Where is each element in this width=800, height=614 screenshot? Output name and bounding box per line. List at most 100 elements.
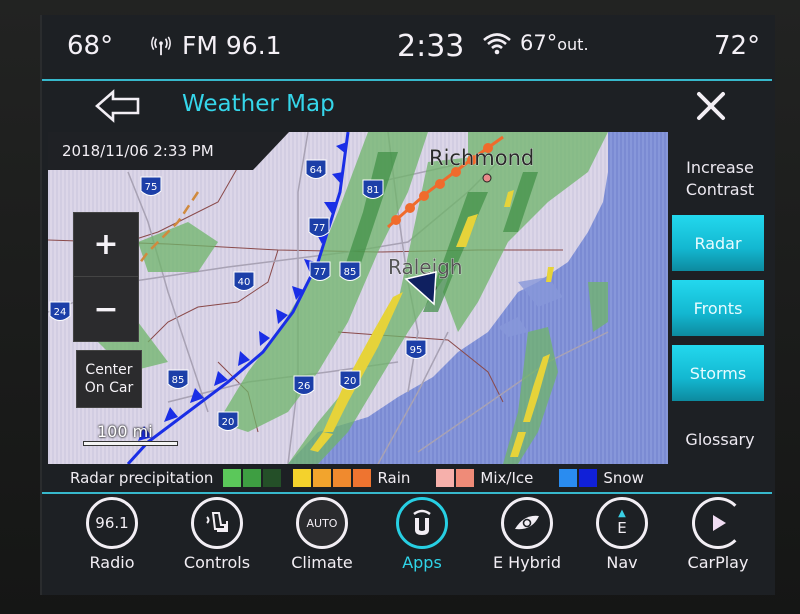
fronts-toggle[interactable]: Fronts <box>672 280 764 336</box>
legend-swatch <box>333 469 352 487</box>
radar-legend: Radar precipitation Rain Mix/Ice Snow <box>48 464 768 492</box>
radio-status[interactable]: FM 96.1 <box>150 31 282 60</box>
legend-swatch <box>263 469 282 487</box>
svg-text:85: 85 <box>344 267 357 278</box>
legend-group-label: Mix/Ice <box>480 469 534 487</box>
storms-toggle-label: Storms <box>689 363 747 383</box>
map-canvas[interactable]: 64 75 81 77 77 85 40 24 85 26 20 20 95 R… <box>48 132 668 464</box>
zoom-in-button[interactable]: + <box>74 213 138 277</box>
dock-apps[interactable]: Apps <box>372 497 472 572</box>
fronts-toggle-label: Fronts <box>693 298 743 318</box>
legend-group-label: Snow <box>603 469 644 487</box>
north-arrow-icon: ▲ <box>618 508 626 519</box>
legend-group: Mix/Ice <box>436 469 559 487</box>
dock-radio-label: Radio <box>89 553 135 572</box>
close-icon <box>697 92 725 120</box>
legend-divider <box>42 492 772 494</box>
dock-radio[interactable]: 96.1 Radio <box>62 497 162 572</box>
legend-title: Radar precipitation <box>70 469 214 487</box>
radio-station: FM 96.1 <box>182 31 282 60</box>
radar-toggle-label: Radar <box>694 233 742 253</box>
plus-icon: + <box>93 227 119 262</box>
uconnect-apps-icon <box>396 497 448 549</box>
dock-carplay-label: CarPlay <box>687 553 749 572</box>
radio-antenna-icon <box>151 35 171 55</box>
map-scale: 100 mi <box>83 422 178 446</box>
radio-icon-text: 96.1 <box>95 514 129 532</box>
svg-text:77: 77 <box>314 267 327 278</box>
svg-text:40: 40 <box>238 277 251 288</box>
compass-icon: ▲ E <box>596 497 648 549</box>
page-title: Weather Map <box>182 91 335 117</box>
legend-swatch <box>223 469 242 487</box>
legend-swatch <box>559 469 578 487</box>
wifi-icon <box>483 33 511 55</box>
dock-nav-label: Nav <box>606 553 638 572</box>
dock-controls-label: Controls <box>183 553 251 572</box>
scale-bar <box>83 441 178 446</box>
page-header: Weather Map <box>42 81 777 133</box>
legend-groups: Rain Mix/Ice Snow <box>223 469 669 487</box>
svg-text:20: 20 <box>222 417 235 428</box>
svg-text:75: 75 <box>145 182 158 193</box>
increase-contrast-line1: Increase <box>686 158 754 177</box>
legend-group: Rain <box>293 469 436 487</box>
hybrid-eye-icon <box>501 497 553 549</box>
outside-temperature: 67°out. <box>482 31 589 55</box>
increase-contrast-line2: Contrast <box>685 180 755 199</box>
weather-map[interactable]: 64 75 81 77 77 85 40 24 85 26 20 20 95 R… <box>48 132 668 464</box>
dock-e-hybrid[interactable]: E Hybrid <box>477 497 577 572</box>
outside-temp-suffix: out. <box>557 35 589 54</box>
center-on-car-button[interactable]: Center On Car <box>76 350 142 408</box>
legend-swatch <box>456 469 475 487</box>
legend-swatch <box>579 469 598 487</box>
legend-swatch <box>353 469 372 487</box>
layer-panel: Increase Contrast Radar Fronts Storms Gl… <box>670 132 777 464</box>
legend-swatch <box>293 469 312 487</box>
svg-text:24: 24 <box>54 307 67 318</box>
back-button[interactable] <box>94 89 142 123</box>
legend-group: Snow <box>559 469 669 487</box>
dock-apps-label: Apps <box>402 553 442 572</box>
clock: 2:33 <box>397 29 465 64</box>
map-timestamp: 2018/11/06 2:33 PM <box>62 142 214 160</box>
zoom-out-button[interactable]: − <box>74 277 138 341</box>
radar-toggle[interactable]: Radar <box>672 215 764 271</box>
svg-text:95: 95 <box>410 345 423 356</box>
status-bar: 68° FM 96.1 2:33 67°out. 72° <box>42 15 777 77</box>
dock-climate-label: Climate <box>291 553 353 572</box>
back-arrow-icon <box>95 89 140 123</box>
svg-text:77: 77 <box>313 223 326 234</box>
passenger-temperature[interactable]: 72° <box>714 31 760 61</box>
svg-text:64: 64 <box>310 165 323 176</box>
dock-nav[interactable]: ▲ E Nav <box>572 497 672 572</box>
legend-swatch <box>243 469 262 487</box>
carplay-icon <box>692 497 744 549</box>
radio-icon: 96.1 <box>86 497 138 549</box>
driver-temperature[interactable]: 68° <box>67 31 113 61</box>
center-on-car-line2: On Car <box>84 380 134 396</box>
dock-controls[interactable]: Controls <box>167 497 267 572</box>
minus-icon: − <box>93 291 119 327</box>
svg-text:81: 81 <box>367 185 380 196</box>
compass-heading: E <box>617 519 627 537</box>
city-label-richmond[interactable]: Richmond <box>429 146 535 171</box>
legend-group <box>223 469 293 487</box>
dock-carplay[interactable]: CarPlay <box>668 497 768 572</box>
climate-icon-text: AUTO <box>306 516 338 530</box>
bottom-dock: 96.1 Radio Controls AUTO Climate Apps E … <box>42 495 777 595</box>
svg-text:85: 85 <box>172 375 185 386</box>
storms-toggle[interactable]: Storms <box>672 345 764 401</box>
zoom-control: + − <box>73 212 139 342</box>
legend-swatch <box>313 469 332 487</box>
close-button[interactable] <box>692 87 730 125</box>
legend-group-label: Rain <box>377 469 411 487</box>
increase-contrast-button[interactable]: Increase Contrast <box>670 157 770 201</box>
seat-controls-icon <box>191 497 243 549</box>
legend-swatch <box>436 469 455 487</box>
outside-temp-value: 67° <box>520 31 558 55</box>
glossary-button[interactable]: Glossary <box>670 430 770 449</box>
svg-text:26: 26 <box>298 381 311 392</box>
dock-e-hybrid-label: E Hybrid <box>492 553 562 572</box>
dock-climate[interactable]: AUTO Climate <box>272 497 372 572</box>
